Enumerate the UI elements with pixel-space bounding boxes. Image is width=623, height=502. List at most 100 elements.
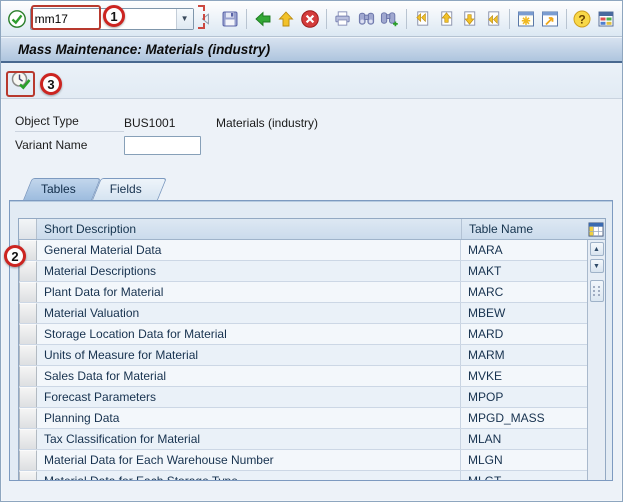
print-icon[interactable] — [332, 7, 354, 31]
command-input[interactable] — [31, 9, 176, 29]
hide-command-triangle-icon[interactable] — [196, 7, 218, 31]
toolbar-separator — [406, 9, 407, 29]
row-table-name: MAKT — [461, 261, 587, 281]
row-select-button[interactable] — [19, 408, 37, 428]
toolbar-separator — [509, 9, 510, 29]
svg-text:?: ? — [579, 12, 586, 26]
table-header-row: Short Description Table Name — [19, 219, 605, 240]
toolbar-separator — [566, 9, 567, 29]
row-short-description: Material Descriptions — [37, 261, 461, 281]
binoculars-glyph — [357, 9, 376, 28]
tab-tables[interactable]: Tables — [23, 178, 92, 200]
table-row[interactable]: General Material Data MARA — [19, 240, 587, 261]
scroll-up-icon[interactable]: ▲ — [590, 242, 604, 256]
row-short-description: Plant Data for Material — [37, 282, 461, 302]
exit-icon[interactable] — [276, 7, 298, 31]
system-toolbar: ▼ — [1, 1, 622, 37]
table-row[interactable]: Planning Data MPGD_MASS — [19, 408, 587, 429]
help-icon[interactable]: ? — [572, 7, 594, 31]
toolbar-separator — [326, 9, 327, 29]
table-name-column-header[interactable]: Table Name — [461, 219, 587, 239]
row-short-description: Material Data for Each Warehouse Number — [37, 450, 461, 470]
row-select-button[interactable] — [19, 324, 37, 344]
binoculars-plus-glyph — [380, 9, 399, 28]
new-session-icon[interactable] — [515, 7, 537, 31]
tab-container: Tables Fields Short Description Table Na… — [9, 178, 613, 481]
cancel-icon[interactable] — [299, 7, 321, 31]
table-row[interactable]: Units of Measure for Material MARM — [19, 345, 587, 366]
table-row[interactable]: Material Valuation MBEW — [19, 303, 587, 324]
table-row[interactable]: Material Data for Each Warehouse Number … — [19, 450, 587, 471]
row-short-description: Material Valuation — [37, 303, 461, 323]
enter-icon[interactable] — [6, 7, 28, 31]
cancel-x-glyph — [300, 9, 320, 29]
row-select-button[interactable] — [19, 303, 37, 323]
page-title: Mass Maintenance: Materials (industry) — [18, 42, 270, 57]
scrollbar-thumb[interactable] — [590, 280, 604, 302]
tab-fields[interactable]: Fields — [92, 178, 158, 200]
toolbar-separator — [246, 9, 247, 29]
last-page-icon[interactable] — [483, 7, 505, 31]
table-row[interactable]: Forecast Parameters MPOP — [19, 387, 587, 408]
table-row[interactable]: Material Data for Each Storage Type MLGT — [19, 471, 587, 481]
select-all-column-header[interactable] — [19, 219, 37, 239]
row-table-name: MARA — [461, 240, 587, 260]
row-select-button[interactable] — [19, 429, 37, 449]
tables-table: Short Description Table Name — [18, 218, 606, 481]
back-icon[interactable] — [252, 7, 274, 31]
table-row[interactable]: Material Descriptions MAKT — [19, 261, 587, 282]
row-short-description: General Material Data — [37, 240, 461, 260]
short-description-column-header[interactable]: Short Description — [37, 219, 461, 239]
command-dropdown-icon[interactable]: ▼ — [176, 9, 193, 29]
command-field[interactable]: ▼ — [30, 8, 194, 30]
next-page-icon[interactable] — [459, 7, 481, 31]
variant-name-input[interactable] — [124, 136, 201, 155]
table-settings-glyph — [588, 222, 604, 237]
next-page-glyph — [460, 9, 479, 28]
tab-tables-label: Tables — [41, 182, 76, 196]
save-icon[interactable] — [219, 7, 241, 31]
row-select-button[interactable] — [19, 261, 37, 281]
first-page-icon[interactable] — [412, 7, 434, 31]
application-toolbar — [1, 63, 622, 99]
previous-page-icon[interactable] — [435, 7, 457, 31]
table-row[interactable]: Storage Location Data for Material MARD — [19, 324, 587, 345]
object-type-description: Materials (industry) — [216, 116, 318, 130]
row-select-button[interactable] — [19, 471, 37, 481]
help-glyph: ? — [572, 9, 592, 29]
execute-clock-glyph — [9, 69, 32, 92]
table-row[interactable]: Tax Classification for Material MLAN — [19, 429, 587, 450]
find-next-icon[interactable] — [379, 7, 401, 31]
variant-name-label: Variant Name — [15, 138, 124, 152]
back-arrow-glyph — [253, 9, 273, 29]
find-icon[interactable] — [355, 7, 377, 31]
row-select-button[interactable] — [19, 366, 37, 386]
table-rows: General Material Data MARA Material Desc… — [19, 240, 587, 481]
execute-icon[interactable] — [7, 68, 33, 94]
row-table-name: MBEW — [461, 303, 587, 323]
row-short-description: Units of Measure for Material — [37, 345, 461, 365]
object-type-value: BUS1001 — [124, 116, 216, 130]
row-select-button[interactable] — [19, 450, 37, 470]
create-shortcut-icon[interactable] — [539, 7, 561, 31]
row-select-button[interactable] — [19, 240, 37, 260]
vertical-scrollbar[interactable]: ▲ ▼ — [587, 240, 605, 481]
tab-fields-label: Fields — [110, 182, 142, 196]
tab-panel-body: Short Description Table Name — [10, 202, 612, 481]
row-short-description: Planning Data — [37, 408, 461, 428]
table-row[interactable]: Sales Data for Material MVKE — [19, 366, 587, 387]
row-table-name: MARM — [461, 345, 587, 365]
customize-layout-icon[interactable] — [595, 7, 617, 31]
previous-page-glyph — [437, 9, 456, 28]
row-select-button[interactable] — [19, 345, 37, 365]
row-table-name: MLGT — [461, 471, 587, 481]
row-table-name: MVKE — [461, 366, 587, 386]
enter-check-glyph — [7, 9, 27, 29]
row-table-name: MLGN — [461, 450, 587, 470]
row-select-button[interactable] — [19, 387, 37, 407]
customize-glyph — [596, 9, 616, 29]
table-settings-icon[interactable] — [587, 219, 605, 239]
table-row[interactable]: Plant Data for Material MARC — [19, 282, 587, 303]
scroll-down-icon[interactable]: ▼ — [590, 259, 604, 273]
row-select-button[interactable] — [19, 282, 37, 302]
